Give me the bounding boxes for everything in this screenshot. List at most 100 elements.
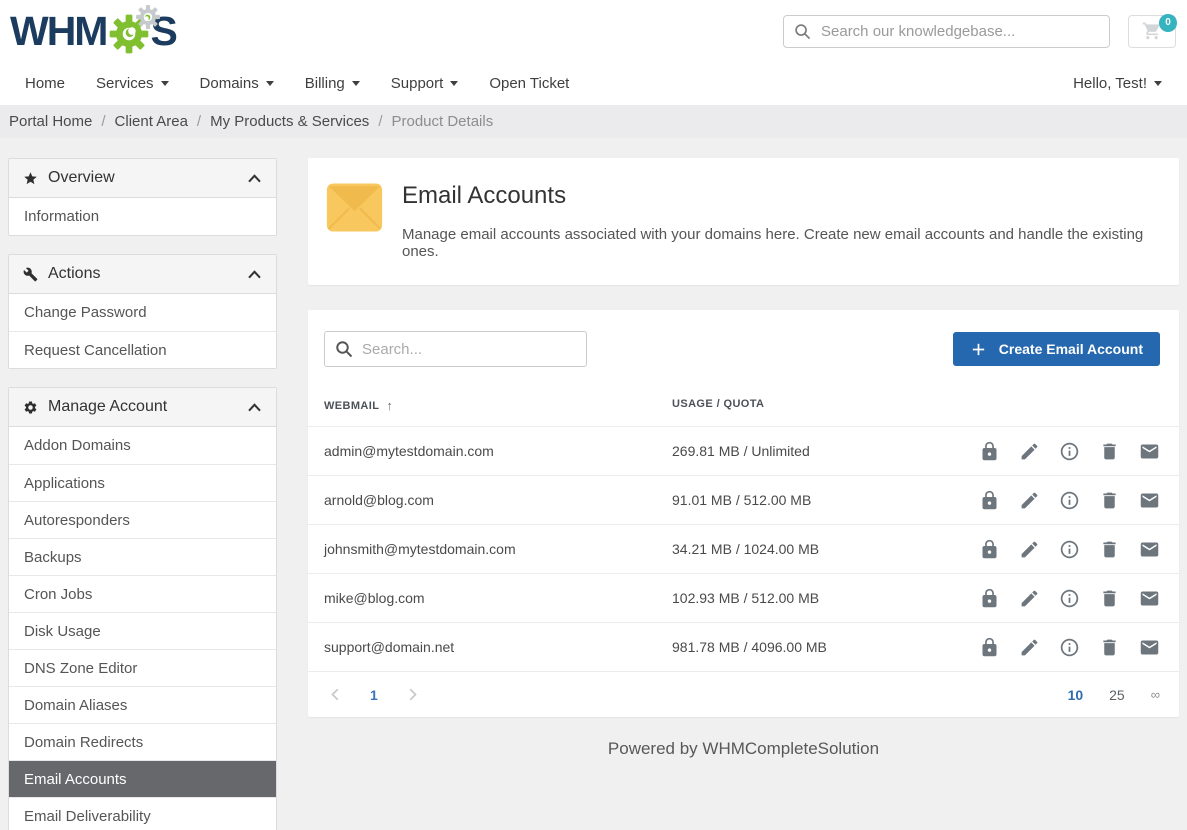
nav-item-open-ticket[interactable]: Open Ticket — [489, 75, 569, 92]
row-action-delete-button[interactable] — [1099, 637, 1120, 658]
row-action-lock-button[interactable] — [979, 490, 1000, 511]
top-header: WHM — [0, 0, 1187, 62]
envelope-icon — [1139, 637, 1160, 658]
info-icon — [1059, 490, 1080, 511]
row-action-delete-button[interactable] — [1099, 588, 1120, 609]
main-nav-items: Home Services Domains Billing Support Op… — [25, 75, 569, 92]
sidebar-item-applications[interactable]: Applications — [9, 464, 276, 501]
page-size-10[interactable]: 10 — [1068, 687, 1084, 703]
nav-item-domains[interactable]: Domains — [200, 75, 274, 92]
pagination: 1 — [329, 687, 419, 703]
breadcrumb-separator: / — [101, 113, 105, 130]
row-action-delete-button[interactable] — [1099, 441, 1120, 462]
row-action-edit-button[interactable] — [1019, 588, 1040, 609]
row-action-webmail-button[interactable] — [1139, 588, 1160, 609]
powered-by-link[interactable]: Powered by WHMCompleteSolution — [308, 739, 1179, 759]
cart-button[interactable]: 0 — [1128, 15, 1176, 48]
page-size-all[interactable]: ∞ — [1151, 687, 1160, 702]
envelope-icon — [326, 181, 383, 239]
chevron-down-icon — [1154, 81, 1162, 86]
sidebar-item-domain-aliases[interactable]: Domain Aliases — [9, 686, 276, 723]
info-icon — [1059, 539, 1080, 560]
nav-item-services[interactable]: Services — [96, 75, 169, 92]
pencil-icon — [1019, 539, 1040, 560]
whmcs-logo[interactable]: WHM — [10, 6, 176, 56]
row-action-webmail-button[interactable] — [1139, 539, 1160, 560]
lock-icon — [979, 539, 1000, 560]
info-icon — [1059, 441, 1080, 462]
next-page-icon[interactable] — [405, 687, 419, 702]
sort-asc-icon: ↑ — [386, 398, 393, 413]
row-actions — [979, 490, 1160, 511]
chevron-up-icon — [247, 269, 262, 280]
table-toolbar: Create Email Account — [308, 310, 1179, 385]
chevron-down-icon — [266, 81, 274, 86]
trash-icon — [1099, 637, 1120, 658]
row-action-webmail-button[interactable] — [1139, 441, 1160, 462]
breadcrumb-link-client-area[interactable]: Client Area — [115, 113, 188, 130]
sidebar-item-disk-usage[interactable]: Disk Usage — [9, 612, 276, 649]
main-nav: Home Services Domains Billing Support Op… — [0, 62, 1187, 105]
row-action-lock-button[interactable] — [979, 637, 1000, 658]
sidebar: Overview Information Actions Change Pass… — [8, 158, 277, 830]
row-action-edit-button[interactable] — [1019, 441, 1040, 462]
table-footer: 1 10 25 ∞ — [308, 671, 1179, 717]
page-number[interactable]: 1 — [370, 687, 378, 703]
page-description: Manage email accounts associated with yo… — [402, 226, 1155, 260]
table-search-input[interactable] — [362, 341, 576, 358]
sidebar-item-addon-domains[interactable]: Addon Domains — [9, 427, 276, 464]
row-action-details-button[interactable] — [1059, 490, 1080, 511]
row-action-lock-button[interactable] — [979, 441, 1000, 462]
webmail-address: johnsmith@mytestdomain.com — [324, 541, 672, 557]
wrench-icon — [23, 267, 38, 282]
content-area: Overview Information Actions Change Pass… — [0, 138, 1187, 830]
sidebar-item-request-cancellation[interactable]: Request Cancellation — [9, 331, 276, 368]
column-header-usage-quota[interactable]: USAGE / QUOTA — [672, 398, 1163, 413]
breadcrumb: Portal Home / Client Area / My Products & Se… — [0, 105, 1187, 138]
webmail-address: admin@mytestdomain.com — [324, 443, 672, 459]
row-action-details-button[interactable] — [1059, 588, 1080, 609]
sidebar-item-autoresponders[interactable]: Autoresponders — [9, 501, 276, 538]
breadcrumb-link-portal-home[interactable]: Portal Home — [9, 113, 92, 130]
column-header-webmail[interactable]: WEBMAIL ↑ — [324, 398, 672, 413]
plus-icon — [970, 341, 987, 358]
row-action-edit-button[interactable] — [1019, 637, 1040, 658]
row-action-details-button[interactable] — [1059, 539, 1080, 560]
pencil-icon — [1019, 637, 1040, 658]
sidebar-item-cron-jobs[interactable]: Cron Jobs — [9, 575, 276, 612]
create-button-label: Create Email Account — [999, 341, 1143, 357]
sidebar-item-backups[interactable]: Backups — [9, 538, 276, 575]
row-action-details-button[interactable] — [1059, 637, 1080, 658]
envelope-icon — [1139, 588, 1160, 609]
nav-item-home[interactable]: Home — [25, 75, 65, 92]
row-action-webmail-button[interactable] — [1139, 637, 1160, 658]
row-action-details-button[interactable] — [1059, 441, 1080, 462]
row-action-lock-button[interactable] — [979, 539, 1000, 560]
row-action-delete-button[interactable] — [1099, 490, 1120, 511]
knowledgebase-search-input[interactable] — [821, 23, 1099, 40]
page-size-25[interactable]: 25 — [1109, 687, 1125, 703]
sidebar-item-domain-redirects[interactable]: Domain Redirects — [9, 723, 276, 760]
webmail-address: arnold@blog.com — [324, 492, 672, 508]
user-menu[interactable]: Hello, Test! — [1073, 75, 1162, 92]
sidebar-item-email-deliverability[interactable]: Email Deliverability — [9, 797, 276, 830]
row-action-lock-button[interactable] — [979, 588, 1000, 609]
row-action-edit-button[interactable] — [1019, 490, 1040, 511]
breadcrumb-separator: / — [197, 113, 201, 130]
sidebar-item-change-password[interactable]: Change Password — [9, 294, 276, 331]
sidebar-item-dns-zone-editor[interactable]: DNS Zone Editor — [9, 649, 276, 686]
create-email-account-button[interactable]: Create Email Account — [953, 332, 1160, 366]
info-icon — [1059, 637, 1080, 658]
pencil-icon — [1019, 490, 1040, 511]
nav-item-billing[interactable]: Billing — [305, 75, 360, 92]
sidebar-item-email-accounts[interactable]: Email Accounts — [9, 760, 276, 797]
chevron-down-icon — [450, 81, 458, 86]
breadcrumb-link-my-products-services[interactable]: My Products & Services — [210, 113, 369, 130]
row-action-edit-button[interactable] — [1019, 539, 1040, 560]
row-action-delete-button[interactable] — [1099, 539, 1120, 560]
sidebar-item-information[interactable]: Information — [9, 198, 276, 235]
nav-item-support[interactable]: Support — [391, 75, 459, 92]
previous-page-icon[interactable] — [329, 687, 343, 702]
row-action-webmail-button[interactable] — [1139, 490, 1160, 511]
webmail-address: mike@blog.com — [324, 590, 672, 606]
